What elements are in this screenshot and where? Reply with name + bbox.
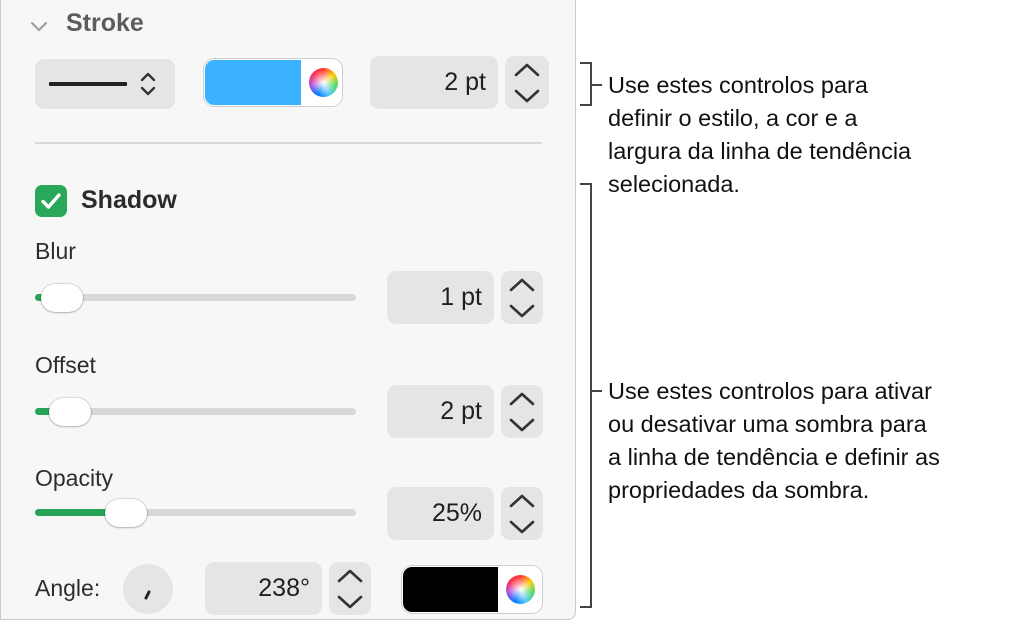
stepper-down-icon (509, 304, 535, 318)
angle-value-field[interactable]: 238° (205, 562, 322, 615)
angle-stepper[interactable] (329, 562, 371, 615)
stepper-up-icon (337, 569, 363, 583)
stroke-callout-bracket (580, 62, 592, 106)
stroke-style-select[interactable] (35, 59, 175, 109)
stroke-width-stepper[interactable] (505, 56, 549, 109)
angle-dial[interactable] (123, 564, 173, 614)
stroke-width-field[interactable]: 2 pt (370, 56, 498, 109)
stepper-down-icon (509, 418, 535, 432)
stepper-up-icon (509, 278, 535, 292)
blur-stepper[interactable] (501, 271, 543, 324)
shadow-checkbox[interactable] (35, 185, 67, 217)
stepper-down-icon (337, 595, 363, 609)
opacity-stepper[interactable] (501, 487, 543, 540)
checkmark-icon (41, 193, 61, 209)
shadow-callout-text: Use estes controlos para ativar ou desat… (608, 378, 940, 503)
opacity-slider-knob[interactable] (104, 499, 147, 527)
stroke-callout-leader (592, 84, 602, 86)
stroke-color-swatch[interactable] (205, 60, 301, 105)
color-wheel-icon[interactable] (506, 575, 535, 604)
blur-slider-track[interactable] (35, 294, 356, 301)
stroke-color-well[interactable] (204, 59, 342, 106)
offset-stepper[interactable] (501, 385, 543, 438)
stepper-up-icon (514, 63, 540, 77)
opacity-label: Opacity (35, 465, 113, 491)
stroke-section-title: Stroke (66, 9, 144, 37)
shadow-callout-bracket (580, 183, 592, 608)
offset-slider-knob[interactable] (48, 398, 91, 426)
stepper-up-icon (509, 494, 535, 508)
stepper-down-icon (514, 89, 540, 103)
stepper-down-icon (509, 520, 535, 534)
shadow-section-title: Shadow (81, 186, 177, 214)
solid-line-preview (49, 82, 127, 86)
blur-value-field[interactable]: 1 pt (387, 271, 494, 324)
angle-indicator-icon (144, 590, 151, 600)
angle-label: Angle: (35, 575, 101, 601)
stepper-up-icon (509, 392, 535, 406)
blur-label: Blur (35, 238, 76, 264)
color-wheel-icon[interactable] (309, 68, 338, 97)
offset-label: Offset (35, 352, 96, 378)
opacity-value-field[interactable]: 25% (387, 487, 494, 540)
up-down-chevron-icon (140, 72, 156, 96)
shadow-color-well[interactable] (402, 566, 542, 613)
chevron-down-icon[interactable] (28, 17, 50, 35)
stroke-callout-text: Use estes controlos para definir o estil… (608, 72, 912, 197)
blur-slider-knob[interactable] (40, 284, 83, 312)
shadow-color-swatch[interactable] (403, 567, 498, 612)
shadow-callout-leader (592, 390, 602, 392)
offset-value-field[interactable]: 2 pt (387, 385, 494, 438)
section-divider (35, 142, 542, 144)
